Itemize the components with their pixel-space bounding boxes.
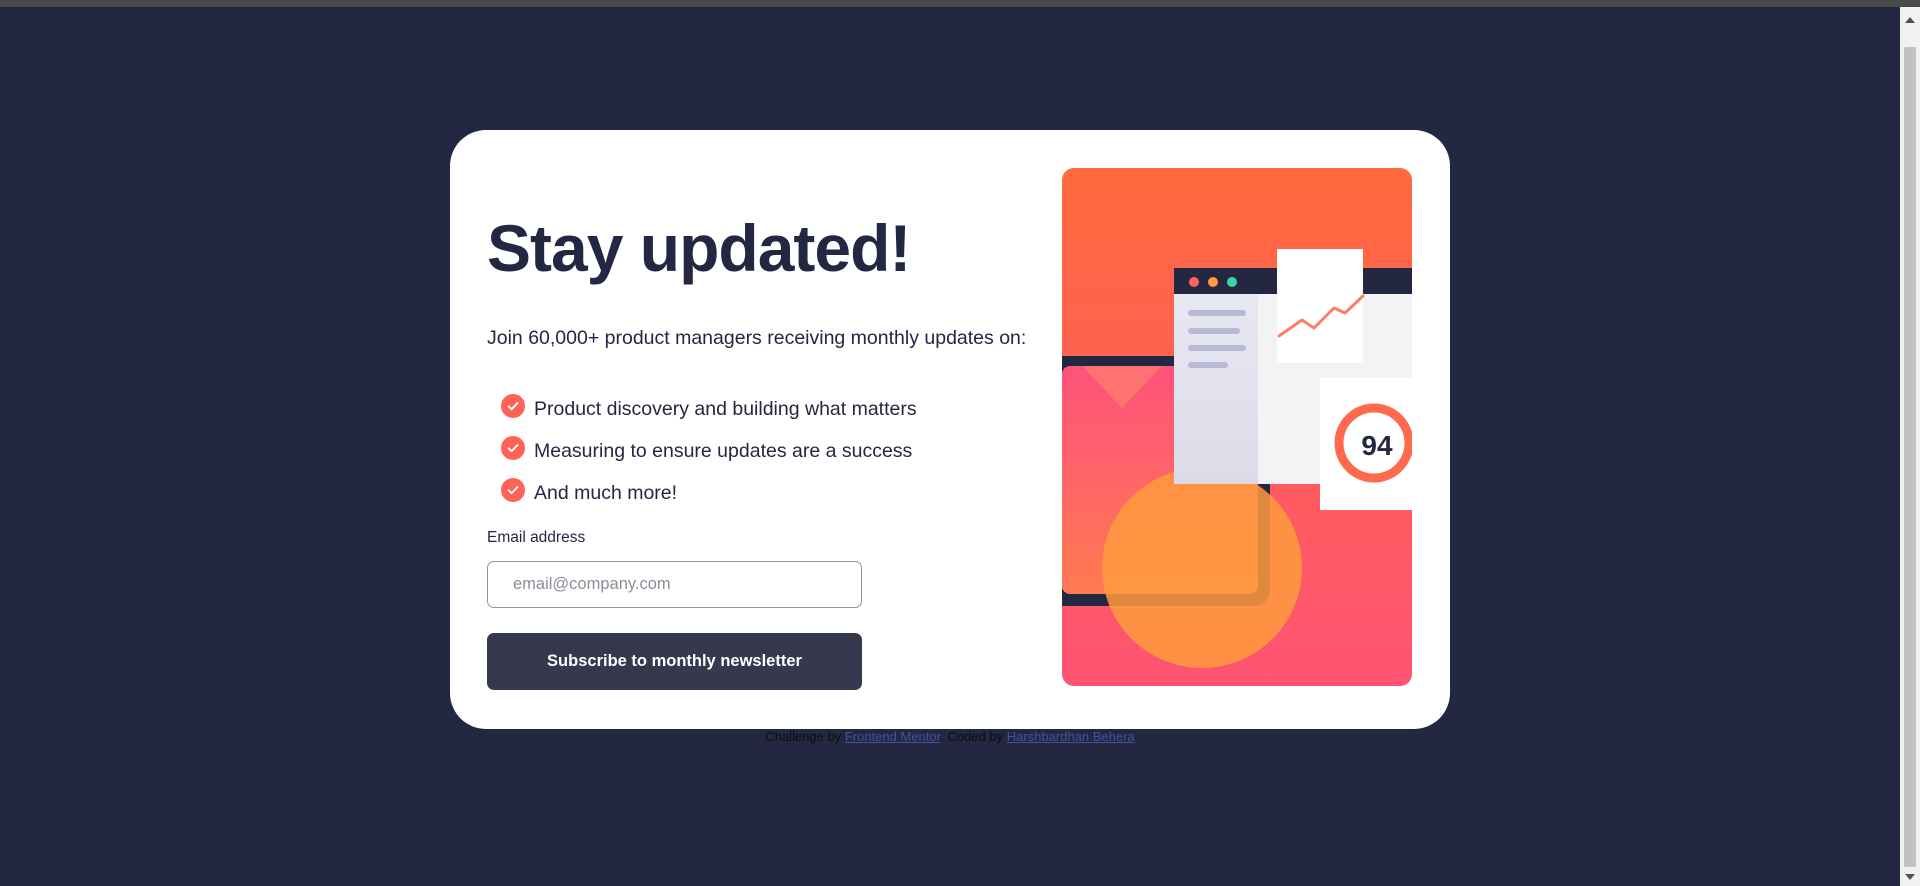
attribution-footer: Challenge by Frontend Mentor. Coded by H… [0, 729, 1900, 744]
scrollbar-thumb[interactable] [1904, 47, 1916, 867]
score-label: 94 [1361, 430, 1393, 461]
check-icon [501, 394, 525, 418]
check-icon [501, 436, 525, 460]
email-input[interactable] [487, 561, 862, 608]
benefit-text: Measuring to ensure updates are a succes… [534, 440, 913, 462]
benefit-item: Product discovery and building what matt… [501, 394, 917, 436]
scroll-up-arrow-icon[interactable] [1905, 17, 1915, 23]
footer-challenge-prefix: Challenge by [765, 729, 842, 744]
benefit-text: Product discovery and building what matt… [534, 398, 917, 420]
email-label: Email address [487, 529, 586, 546]
benefits-list: Product discovery and building what matt… [501, 394, 917, 520]
headline: Stay updated! [487, 211, 911, 285]
scroll-down-arrow-icon[interactable] [1905, 874, 1915, 880]
frontend-mentor-link[interactable]: Frontend Mentor [845, 729, 940, 744]
benefit-text: And much more! [534, 482, 678, 504]
intro-text: Join 60,000+ product managers receiving … [487, 327, 1027, 349]
newsletter-card: Stay updated! Join 60,000+ product manag… [450, 130, 1450, 729]
subscribe-button[interactable]: Subscribe to monthly newsletter [487, 633, 862, 690]
benefit-item: Measuring to ensure updates are a succes… [501, 436, 917, 478]
check-icon [501, 478, 525, 502]
hero-illustration: 94 [1062, 168, 1412, 686]
author-link[interactable]: Harshbardhan Behera [1007, 729, 1135, 744]
vertical-scrollbar[interactable] [1900, 7, 1920, 886]
benefit-item: And much more! [501, 478, 917, 520]
footer-coded-prefix: . Coded by [940, 729, 1004, 744]
browser-top-bar [0, 0, 1920, 7]
